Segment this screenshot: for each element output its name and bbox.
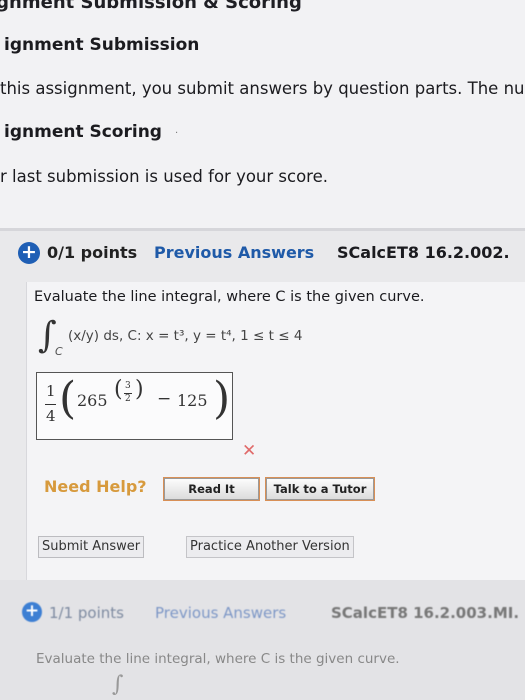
- next-question-panel: [0, 580, 525, 700]
- answer-paren-right: ): [213, 373, 231, 424]
- submit-row: Submit Answer Practice Another Version: [26, 532, 376, 562]
- expand-plus-icon[interactable]: +: [18, 242, 40, 264]
- next-question-code: SCalcET8 16.2.003.MI.: [331, 604, 520, 622]
- next-question-points: 1/1 points: [49, 604, 124, 622]
- question-header: + 0/1 points Previous Answers SCalcET8 1…: [14, 240, 519, 270]
- next-previous-answers-link[interactable]: Previous Answers: [155, 604, 286, 622]
- decorative-dot: ·: [175, 128, 179, 139]
- integral-symbol: ∫: [38, 315, 57, 356]
- practice-another-version-button[interactable]: Practice Another Version: [186, 536, 354, 558]
- answer-subtrahend: 125: [177, 391, 208, 410]
- submit-answer-button[interactable]: Submit Answer: [38, 536, 145, 558]
- next-question-header: + 1/1 points Previous Answers SCalcET8 1…: [18, 601, 523, 627]
- incorrect-x-icon: ✕: [242, 441, 257, 461]
- expand-plus-icon-2[interactable]: +: [22, 602, 42, 622]
- submission-text: this assignment, you submit answers by q…: [0, 79, 525, 98]
- answer-base: 265: [77, 391, 108, 410]
- question-code: SCalcET8 16.2.002.: [337, 243, 510, 262]
- section-divider: [0, 228, 525, 231]
- answer-exponent-paren-left: (: [114, 377, 123, 402]
- question-prompt: Evaluate the line integral, where C is t…: [34, 289, 425, 305]
- answer-exponent-denominator: 2: [125, 394, 131, 404]
- next-integral-symbol: ∫: [112, 672, 124, 697]
- question-formula: (x/y) ds, C: x = t³, y = t⁴, 1 ≤ t ≤ 4: [68, 328, 303, 344]
- integral-subscript: C: [55, 345, 63, 358]
- answer-fraction-denominator: 4: [46, 407, 56, 425]
- answer-fraction-numerator: 1: [46, 382, 56, 400]
- answer-input[interactable]: 1 4 ( 265 ( 3 2 ) − 125 ): [36, 372, 233, 440]
- answer-fraction-bar: [45, 404, 56, 405]
- scoring-heading: ignment Scoring: [4, 122, 162, 142]
- read-it-button[interactable]: Read It: [164, 478, 259, 500]
- scoring-text: r last submission is used for your score…: [0, 167, 329, 186]
- answer-minus: −: [157, 389, 172, 409]
- answer-exponent-numerator: 3: [125, 381, 131, 391]
- answer-paren-left: (: [59, 373, 77, 424]
- question-points: 0/1 points: [47, 243, 138, 262]
- talk-to-tutor-button[interactable]: Talk to a Tutor: [266, 478, 374, 500]
- next-question-prompt: Evaluate the line integral, where C is t…: [36, 651, 400, 667]
- answer-exponent-paren-right: ): [135, 377, 144, 402]
- need-help-label: Need Help?: [44, 477, 147, 496]
- submission-heading: ignment Submission: [4, 35, 200, 55]
- page-title: ignment Submission & Scoring: [0, 0, 302, 13]
- previous-answers-link[interactable]: Previous Answers: [154, 243, 314, 262]
